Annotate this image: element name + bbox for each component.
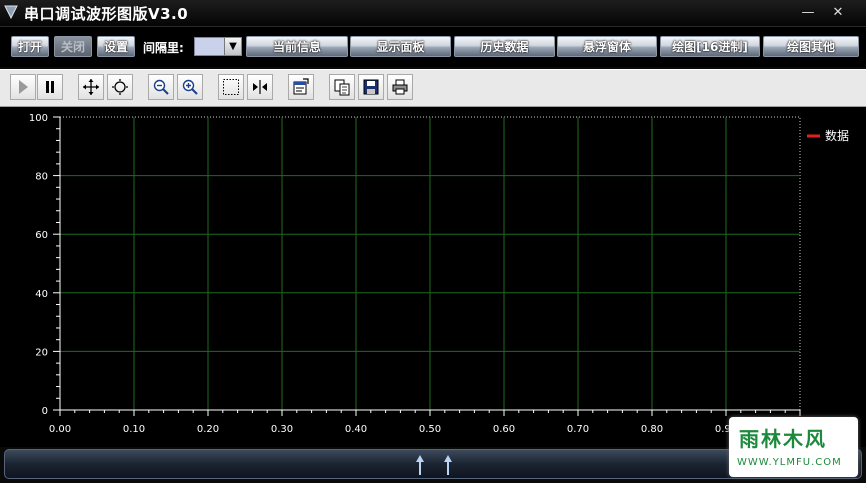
y-tick-label: 40 [35,289,48,300]
app-window: 串口调试波形图版V3.0 — ✕ 打开 关闭 设置 间隔里: ▼ 当前信息 显示… [0,0,866,483]
waveform-chart[interactable]: 0.00 0.10 0.20 0.30 0.40 0.50 0.60 0.70 0.80 0.90… [0,107,866,447]
zoom-out-button[interactable] [148,74,174,100]
zoom-in-icon [182,79,198,95]
properties-button[interactable] [288,74,314,100]
watermark-logo: 雨林木风 WWW.YLMFU.COM [729,417,858,477]
y-tick-label: 100 [29,113,48,124]
interval-dropdown[interactable]: ▼ [194,37,242,56]
y-tick-label: 60 [35,230,48,241]
title-bar[interactable]: 串口调试波形图版V3.0 — ✕ [0,0,866,27]
zoom-box-button[interactable] [107,74,133,100]
history-data-button[interactable]: 历史数据 [454,36,555,57]
x-tick-label: 0.00 [49,424,71,435]
print-button[interactable] [387,74,413,100]
play-button[interactable] [10,74,36,100]
save-icon [363,79,379,95]
select-rect-icon [223,79,239,95]
floating-window-button[interactable]: 悬浮窗体 [557,36,657,57]
copy-icon [334,79,350,96]
y-tick-label: 80 [35,172,48,183]
save-button[interactable] [358,74,384,100]
print-icon [392,79,408,95]
properties-icon [293,78,309,95]
play-icon [19,80,28,94]
watermark-brand: 雨林木风 [739,427,827,451]
open-button[interactable]: 打开 [11,36,49,57]
cursor-marker-left[interactable] [415,454,425,476]
chart-toolbar [0,69,866,107]
settings-button[interactable]: 设置 [97,36,135,57]
plot-hex-button[interactable]: 绘图[16进制] [660,36,760,57]
app-icon [4,5,18,19]
pause-icon [46,81,54,93]
zoom-out-icon [153,79,169,95]
current-info-button[interactable]: 当前信息 [246,36,348,57]
x-tick-label: 0.70 [567,424,589,435]
chevron-down-icon[interactable]: ▼ [224,38,241,55]
pause-button[interactable] [37,74,63,100]
cursor-marker-right[interactable] [443,454,453,476]
x-tick-label: 0.80 [641,424,663,435]
y-tick-label: 20 [35,347,48,358]
plot-other-button[interactable]: 绘图其他 [763,36,859,57]
display-panel-button[interactable]: 显示面板 [350,36,451,57]
x-tick-label: 0.60 [493,424,515,435]
window-title: 串口调试波形图版V3.0 [24,5,189,23]
select-rect-button[interactable] [218,74,244,100]
x-tick-label: 0.50 [419,424,441,435]
interval-label: 间隔里: [143,41,184,55]
x-tick-label: 0.40 [345,424,367,435]
pan-button[interactable] [78,74,104,100]
watermark-url: WWW.YLMFU.COM [737,457,842,468]
chart-canvas[interactable]: 0.00 0.10 0.20 0.30 0.40 0.50 0.60 0.70 0.80 0.90… [0,107,866,447]
y-tick-label: 0 [42,406,48,417]
x-tick-label: 0.30 [271,424,293,435]
minimize-button[interactable]: — [796,4,820,21]
pan-icon [83,79,99,95]
close-port-button[interactable]: 关闭 [54,36,92,57]
command-bar: 打开 关闭 设置 间隔里: ▼ 当前信息 显示面板 历史数据 悬浮窗体 绘图[1… [0,27,866,67]
close-window-button[interactable]: ✕ [826,4,850,21]
x-tick-label: 0.10 [123,424,145,435]
copy-button[interactable] [329,74,355,100]
x-tick-label: 0.20 [197,424,219,435]
fit-width-button[interactable] [247,74,273,100]
zoom-in-button[interactable] [177,74,203,100]
fit-width-icon [253,80,267,94]
legend-label: 数据 [825,128,849,143]
zoom-box-icon [112,79,128,95]
